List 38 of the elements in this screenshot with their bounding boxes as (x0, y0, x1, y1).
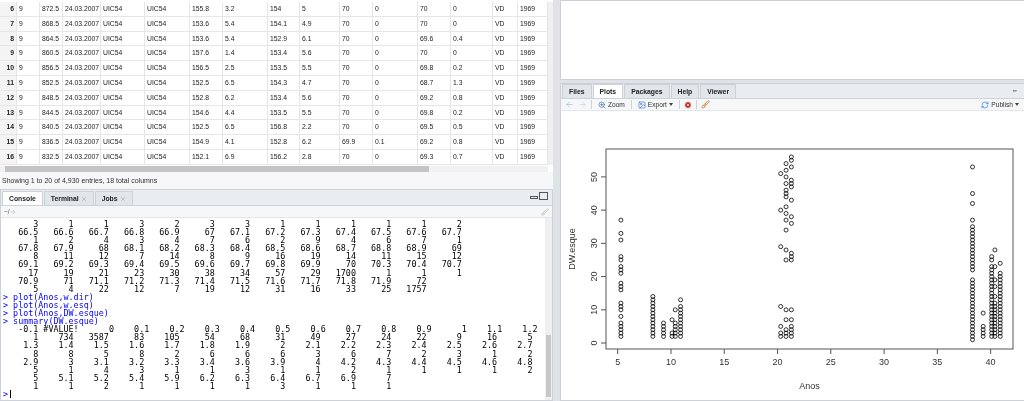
y-tick-label: 10 (589, 304, 599, 315)
x-tick-label: 5 (615, 357, 621, 367)
console-output-line: 1 1 2 1 1 1 1 3 1 1 1 (32, 381, 392, 390)
x-tick-label: 20 (772, 357, 783, 367)
y-tick-label: 30 (589, 238, 599, 249)
console-command: > plot(Anos,DW.esque) (3, 309, 109, 318)
console-output-line: -0.1 #VALUE! 0 0.1 0.2 0.3 0.4 0.5 0.6 0.7 0.8 0.9 1 1.1 1.2 (18, 325, 538, 334)
y-tick-label: 50 (589, 171, 599, 182)
x-tick-label: 35 (932, 357, 943, 367)
console-output-line: 1.3 1.4 1.5 1.6 1.7 1.8 1.9 2 2.1 2.2 2.3 2.4 2.5 2.6 2.7 (22, 341, 533, 350)
console-prompt: > (3, 389, 9, 399)
console-output-line: 1 2 4 3 4 7 6 2 9 4 6 7 1 (33, 236, 462, 245)
y-tick-label: 20 (589, 271, 599, 282)
x-axis-label: Anos (799, 381, 820, 391)
console-output-line: 70.9 71 71.1 71.2 71.3 71.4 71.5 71.6 71.7 71.8 71.9 72 (17, 276, 427, 285)
y-axis-label: DW.esque (567, 228, 577, 270)
console-command: > summary(DW.esque) (3, 317, 99, 326)
console-output-line: 3 1 1 3 2 3 3 1 1 1 1 1 2 (33, 220, 462, 229)
console-output-line: 2.9 3 3.1 3.2 3.3 3.4 3.6 3.9 4 4.2 4.3 4.4 4.5 4.6 4.8 (22, 357, 533, 366)
console-output-line: 8 11 12 7 14 8 9 16 19 14 11 15 12 (33, 252, 462, 261)
console-output-line: 1 734 3587 83 105 54 68 31 49 27 24 22 9 16 5 (33, 333, 533, 342)
x-tick-label: 40 (985, 357, 996, 367)
x-tick-label: 30 (879, 357, 890, 367)
console-command: > plot(Anos,w.esq) (3, 300, 94, 310)
y-tick-label: 40 (589, 205, 599, 216)
console-output-line: 5 1 4 3 1 1 3 1 1 2 1 1 1 1 2 (33, 365, 533, 374)
y-tick-label: 0 (589, 340, 599, 346)
console-output-line: 67.8 67.9 68 68.1 68.2 68.3 68.4 68.5 68.6 68.7 68.8 68.9 69 (17, 244, 462, 253)
console-output-line: 17 19 21 23 30 38 34 57 29 1700 1 1 1 (28, 268, 462, 277)
console-output-line: 5 4 22 12 7 19 12 31 16 33 25 1757 (33, 284, 427, 293)
x-tick-label: 15 (719, 357, 730, 367)
console-output-line: 8 8 5 8 2 6 6 6 3 6 7 2 3 1 2 (33, 349, 533, 358)
console-output-line: 69.1 69.2 69.3 69.4 69.5 69.6 69.7 69.8 69.9 70 70.3 70.4 70.7 (17, 260, 462, 269)
x-tick-label: 10 (666, 357, 676, 367)
console-output-line: 66.5 66.6 66.7 66.8 66.9 67 67.1 67.2 67.3 67.4 67.5 67.6 67.7 (17, 228, 462, 237)
console-output-line: 5 5.1 5.2 5.4 5.9 6.2 6.3 6.4 6.7 6.9 7 (32, 373, 392, 382)
console-command: > plot(Anos,w.dir) (3, 292, 94, 301)
x-tick-label: 25 (825, 357, 836, 367)
